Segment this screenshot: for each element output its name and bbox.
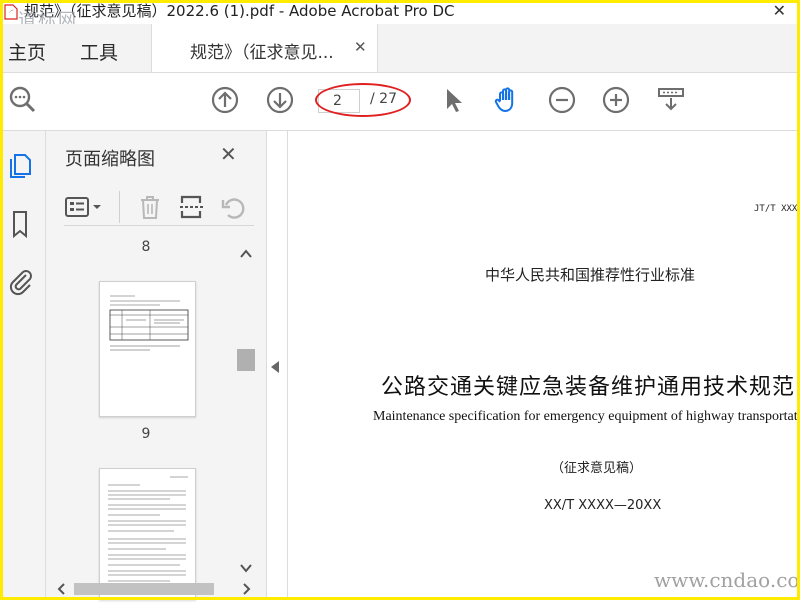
draft-status: （征求意见稿） xyxy=(551,461,643,476)
extract-icon[interactable] xyxy=(178,193,206,221)
attachments-icon[interactable] xyxy=(6,266,34,296)
delete-icon[interactable] xyxy=(136,193,164,221)
left-rail xyxy=(0,131,46,600)
thumbnail-panel: 页面缩略图 ✕ 8 9 xyxy=(46,131,267,600)
select-cursor-icon[interactable] xyxy=(438,85,468,115)
page-number-8: 8 xyxy=(141,239,151,255)
window-title: 规范》（征求意见稿）2022.6 (1).pdf - Adobe Acrobat… xyxy=(24,2,455,20)
tab-tools[interactable]: 工具 xyxy=(80,38,118,65)
horizontal-scrollbar[interactable] xyxy=(54,581,254,597)
watermark-url: www.cndao.com xyxy=(654,568,800,592)
toolbar-divider xyxy=(119,191,120,223)
tab-document-label: 规范》（征求意见... xyxy=(190,43,334,63)
title-bar: 规范》（征求意见稿）2022.6 (1).pdf - Adobe Acrobat… xyxy=(0,0,800,24)
document-title-cn: 公路交通关键应急装备维护通用技术规范 xyxy=(381,375,796,400)
bookmarks-icon[interactable] xyxy=(6,209,34,239)
scroll-mode-icon[interactable] xyxy=(656,85,686,115)
document-title-en: Maintenance specification for emergency … xyxy=(373,409,800,424)
collapse-panel-icon[interactable] xyxy=(271,361,279,373)
zoom-in-icon[interactable] xyxy=(601,85,631,115)
rotate-icon[interactable] xyxy=(220,193,248,221)
page-up-icon[interactable] xyxy=(210,85,240,115)
page-thumbnails-icon[interactable] xyxy=(6,151,34,181)
standard-code: JT/T XXXX xyxy=(754,204,800,214)
page-navigator: 2 / 27 xyxy=(315,83,411,117)
search-icon[interactable] xyxy=(8,85,38,115)
issuer-heading: 中华人民共和国推荐性行业标准 xyxy=(485,266,696,284)
pdf-file-icon xyxy=(4,4,18,20)
main-toolbar: 2 / 27 xyxy=(0,73,800,131)
page-thumbnail[interactable] xyxy=(99,281,196,417)
vertical-scrollbar[interactable] xyxy=(236,241,256,581)
tab-home[interactable]: 主页 xyxy=(8,38,46,65)
tab-document[interactable]: 规范》（征求意见... ✕ xyxy=(151,24,378,72)
document-view[interactable]: JT/T XXXX 中华人民共和国推荐性行业标准 公路交通关键应急装备维护通用技… xyxy=(287,131,800,600)
highlight-ellipse xyxy=(315,83,411,117)
page-number-9: 9 xyxy=(141,426,151,442)
draft-number: XX/T XXXX—20XX xyxy=(544,498,662,513)
panel-close-icon[interactable]: ✕ xyxy=(220,142,237,166)
panel-title: 页面缩略图 xyxy=(65,149,155,170)
panel-toolbar xyxy=(64,189,254,226)
tab-close-icon[interactable]: ✕ xyxy=(354,38,367,56)
hand-tool-icon[interactable] xyxy=(492,85,522,115)
page-down-icon[interactable] xyxy=(265,85,295,115)
zoom-out-icon[interactable] xyxy=(547,85,577,115)
tab-bar: 主页 工具 规范》（征求意见... ✕ xyxy=(0,24,800,73)
thumbnail-options-icon[interactable] xyxy=(64,193,101,221)
window-close-button[interactable]: ✕ xyxy=(773,0,786,22)
